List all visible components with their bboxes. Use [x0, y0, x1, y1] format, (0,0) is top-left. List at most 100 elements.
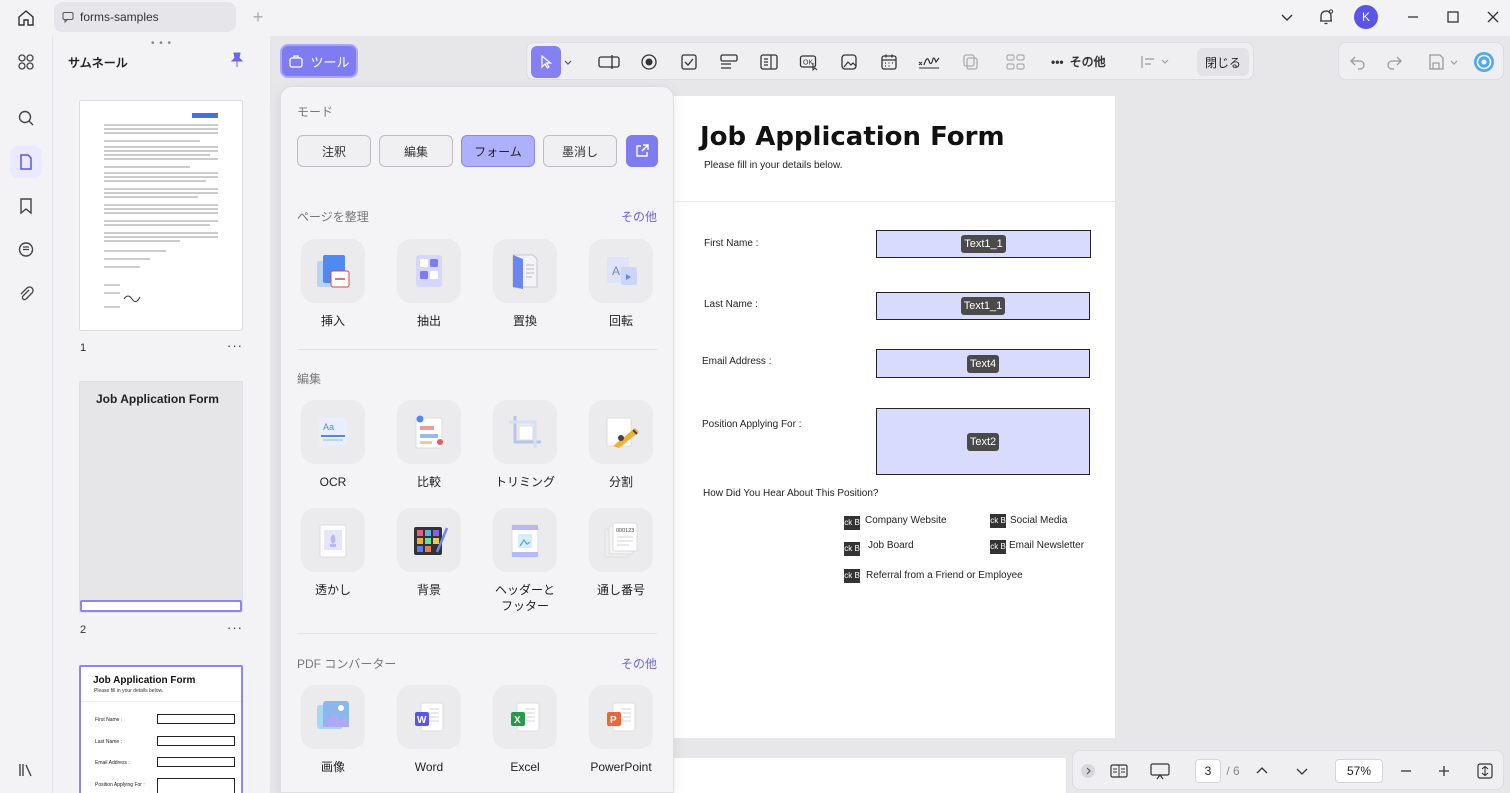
checkbox-email-newsletter[interactable]: ck B [990, 540, 1006, 554]
minimize-button[interactable] [1398, 4, 1428, 30]
rail-apps-button[interactable] [10, 46, 42, 78]
document-subtitle: Please fill in your details below. [704, 160, 843, 171]
avatar[interactable]: K [1354, 5, 1378, 29]
mode-redact-button[interactable]: 墨消し [543, 135, 617, 167]
tool-button[interactable]: ツール [280, 44, 358, 78]
list-box-icon [760, 54, 778, 70]
convert-to-powerpoint[interactable]: P PowerPoint [573, 685, 669, 775]
document-tab[interactable]: forms-samples [54, 2, 236, 32]
thumbnail-page-3[interactable]: Job Application Form Please fill in your… [79, 665, 243, 793]
rail-thumbnails-button[interactable] [10, 146, 42, 178]
save-dropdown[interactable] [1447, 49, 1461, 75]
thumbnail-page-2[interactable]: Job Application Form [79, 381, 243, 613]
mode-edit-button[interactable]: 編集 [379, 135, 453, 167]
duplicate-tool[interactable] [958, 49, 984, 75]
page-icon [20, 154, 32, 170]
rail-library-button[interactable] [10, 754, 42, 786]
rail-comments-button[interactable] [10, 234, 42, 266]
date-field-tool[interactable] [876, 49, 902, 75]
checkbox-social-media[interactable]: ck B [990, 514, 1006, 528]
tool-bates-numbering[interactable]: 000123 通し番号 [573, 508, 669, 598]
close-form-mode-button[interactable]: 閉じる [1197, 48, 1249, 76]
library-icon [19, 764, 32, 777]
tool-insert[interactable]: 挿入 [285, 239, 381, 329]
mode-annotate-button[interactable]: 注釈 [297, 135, 371, 167]
undo-button[interactable] [1345, 49, 1371, 75]
select-tool-dropdown[interactable] [561, 49, 575, 75]
fit-page-button[interactable] [1473, 759, 1497, 783]
image-convert-icon [317, 701, 349, 729]
ai-assistant-button[interactable] [1471, 49, 1497, 75]
notifications-button[interactable] [1311, 4, 1341, 30]
new-tab-button[interactable]: + [248, 6, 268, 28]
convert-to-word[interactable]: W Word [381, 685, 477, 775]
previous-page-button[interactable] [1251, 759, 1273, 783]
zoom-in-button[interactable] [1433, 759, 1455, 783]
zoom-level[interactable]: 57% [1335, 759, 1383, 783]
tool-replace[interactable]: 置換 [477, 239, 573, 329]
mode-form-button[interactable]: フォーム [461, 135, 535, 167]
convert-to-image[interactable]: 画像 [285, 685, 381, 775]
thumbnail-more-button[interactable]: ··· [227, 620, 243, 635]
signature-tool[interactable] [916, 49, 942, 75]
close-window-button[interactable] [1478, 4, 1508, 30]
convert-to-excel[interactable]: X Excel [477, 685, 573, 775]
tool-split[interactable]: 分割 [573, 400, 669, 490]
zoom-out-button[interactable] [1395, 759, 1417, 783]
text-field-last-name[interactable]: Text1_1 [876, 292, 1090, 320]
thumbnail-field-label: Position Applying For : [95, 782, 145, 788]
more-tools-button[interactable]: ••• その他 [1051, 53, 1106, 70]
checkbox-company-website[interactable]: ck B [844, 516, 860, 530]
page-number-input[interactable]: 3 [1195, 759, 1221, 783]
text-field-first-name[interactable]: Text1_1 [876, 230, 1091, 258]
tool-crop[interactable]: トリミング [477, 400, 573, 490]
pin-icon[interactable] [229, 52, 245, 68]
select-tool-button[interactable] [531, 46, 561, 78]
field-name-tag: Text2 [966, 432, 1000, 451]
tool-watermark[interactable]: 透かし [285, 508, 381, 598]
converter-more-link[interactable]: その他 [621, 655, 657, 672]
tool-ocr[interactable]: Aa OCR [285, 400, 381, 490]
open-external-button[interactable] [626, 135, 658, 167]
thumbnail-page-1[interactable] [79, 100, 243, 331]
presentation-button[interactable] [1147, 759, 1173, 783]
align-tool[interactable] [1139, 49, 1175, 75]
home-button[interactable] [12, 6, 40, 30]
align-grid-tool[interactable] [1003, 49, 1029, 75]
save-button[interactable] [1423, 49, 1449, 75]
undo-icon [1350, 56, 1365, 70]
image-field-tool[interactable] [836, 49, 862, 75]
drag-handle[interactable]: • • • [151, 38, 172, 49]
tool-background[interactable]: 背景 [381, 508, 477, 598]
text-field-tool[interactable] [596, 49, 622, 75]
svg-text:W: W [417, 715, 427, 726]
page-layout-button[interactable] [1107, 759, 1131, 783]
rail-bookmark-button[interactable] [10, 190, 42, 222]
ocr-icon: Aa [319, 418, 347, 446]
rail-attachment-button[interactable] [10, 278, 42, 310]
text-field-icon [598, 55, 620, 69]
rail-search-button[interactable] [10, 102, 42, 134]
list-box-tool[interactable] [756, 49, 782, 75]
tool-header-footer[interactable]: ヘッダーと フッター [477, 508, 573, 614]
checkbox-job-board[interactable]: ck B [844, 542, 860, 556]
thumbnail-field-box [157, 714, 235, 724]
text-field-email[interactable]: Text4 [876, 349, 1090, 378]
maximize-button[interactable] [1438, 4, 1468, 30]
tool-compare[interactable]: 比較 [381, 400, 477, 490]
thumbnail-more-button[interactable]: ··· [227, 338, 243, 353]
button-tool[interactable]: OK [796, 49, 822, 75]
checkbox-tool[interactable] [676, 49, 702, 75]
organize-more-link[interactable]: その他 [621, 208, 657, 225]
combo-box-tool[interactable] [716, 49, 742, 75]
field-label-position: Position Applying For : [702, 419, 802, 430]
tool-rotate[interactable]: A 回転 [573, 239, 669, 329]
redo-button[interactable] [1381, 49, 1407, 75]
radio-button-tool[interactable] [636, 49, 662, 75]
tab-list-button[interactable] [1272, 4, 1302, 30]
tool-extract[interactable]: 抽出 [381, 239, 477, 329]
checkbox-referral[interactable]: ck B [844, 569, 860, 583]
text-field-position[interactable]: Text2 [876, 408, 1090, 475]
collapse-bar-button[interactable] [1079, 759, 1097, 783]
next-page-button[interactable] [1291, 759, 1313, 783]
